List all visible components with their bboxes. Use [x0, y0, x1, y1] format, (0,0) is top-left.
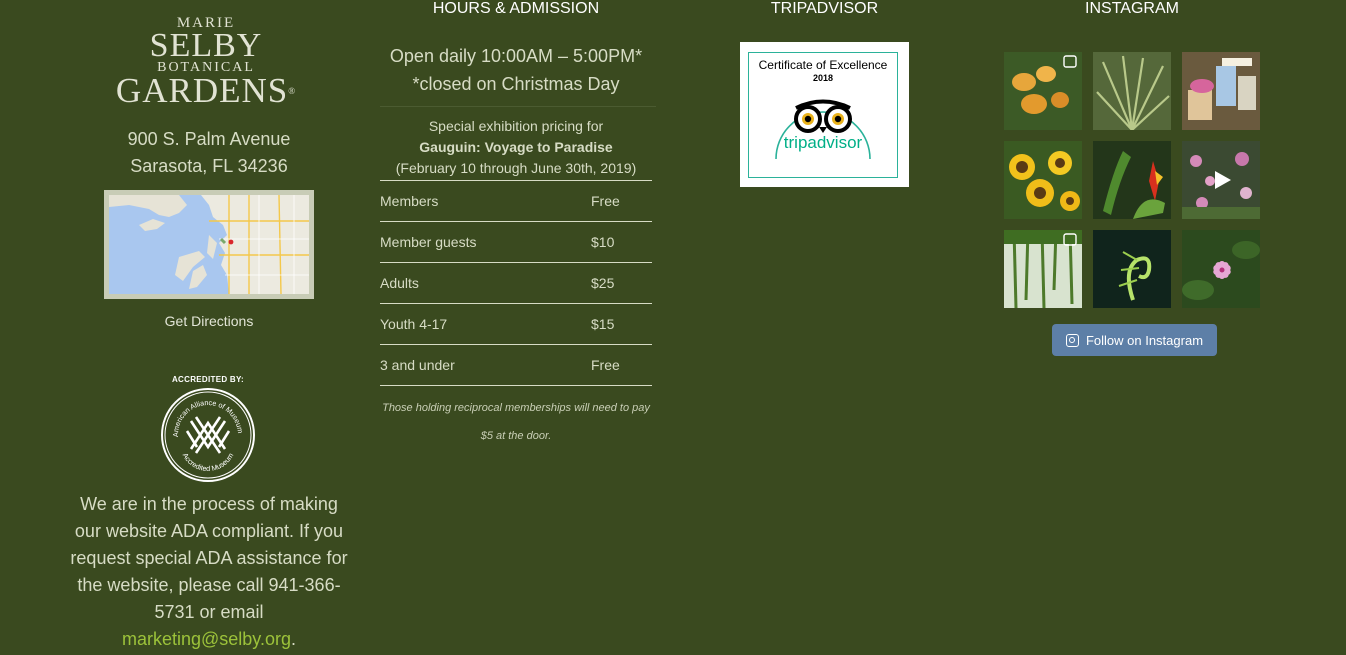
photo-heliconia — [1093, 141, 1171, 219]
photo-hanging-vines — [1004, 230, 1082, 308]
logo-gardens-text: GARDENS — [115, 71, 289, 110]
logo-line-selby: SELBY — [149, 27, 263, 64]
marketing-email-link[interactable]: marketing@selby.org — [122, 629, 291, 649]
exhibition-dates: (February 10 through June 30th, 2019) — [395, 160, 637, 176]
instagram-heading: INSTAGRAM — [1085, 0, 1179, 17]
aam-seal-icon: American Alliance of Museums Accredited … — [158, 380, 255, 482]
address: 900 S. Palm Avenue Sarasota, FL 34236 — [80, 126, 338, 180]
photo-orchid-garden — [1182, 141, 1260, 219]
location-map[interactable] — [104, 190, 314, 299]
price-row: 3 and under Free — [380, 344, 652, 386]
price-label: 3 and under — [380, 357, 455, 373]
map-image — [109, 195, 309, 294]
instagram-photo-hanging-vines[interactable] — [1004, 230, 1082, 308]
ada-notice: We are in the process of making our webs… — [66, 491, 352, 653]
ada-text: We are in the process of making our webs… — [70, 494, 348, 622]
logo-line-gardens: GARDENS® — [100, 73, 312, 108]
price-label: Members — [380, 193, 439, 209]
photo-spiky-plant — [1093, 52, 1171, 130]
tripadvisor-certificate[interactable]: Certificate of Excellence 2018 tripadvis… — [740, 42, 909, 187]
instagram-photo-pink-flower[interactable] — [1182, 230, 1260, 308]
price-label: Youth 4-17 — [380, 316, 448, 332]
aam-accreditation-seal[interactable]: American Alliance of Museums Accredited … — [158, 380, 256, 483]
hours-text: Open daily 10:00AM – 5:00PM* *closed on … — [370, 42, 662, 98]
price-value: $25 — [591, 275, 615, 291]
price-value: $15 — [591, 316, 615, 332]
instagram-video-orchid-garden[interactable] — [1182, 141, 1260, 219]
selby-logo[interactable]: MARIE SELBY BOTANICAL GARDENS® — [100, 16, 312, 112]
instagram-icon — [1065, 333, 1079, 347]
special-exhibition-info: Special exhibition pricing for Gauguin: … — [380, 116, 652, 179]
address-city: Sarasota, FL 34236 — [130, 156, 288, 176]
instagram-photo-sunflowers[interactable] — [1004, 141, 1082, 219]
instagram-photo-orange-orchids[interactable] — [1004, 52, 1082, 130]
ada-end-punct: . — [291, 629, 297, 649]
price-row: Members Free — [380, 180, 652, 221]
price-label: Adults — [380, 275, 419, 291]
follow-label: Follow on Instagram — [1085, 332, 1204, 348]
price-row: Youth 4-17 $15 — [380, 303, 652, 344]
instagram-photo-gift-shop[interactable] — [1182, 52, 1260, 130]
price-row: Member guests $10 — [380, 221, 652, 262]
tripadvisor-brand-text: tripadvisor — [784, 133, 863, 152]
hours-closed-line: *closed on Christmas Day — [412, 74, 620, 94]
photo-gift-shop — [1182, 52, 1260, 130]
instagram-photo-fern-frond[interactable] — [1093, 230, 1171, 308]
photo-fern-frond — [1093, 230, 1171, 308]
admission-price-table: Members Free Member guests $10 Adults $2… — [380, 180, 652, 386]
photo-orange-orchids — [1004, 52, 1082, 130]
photo-sunflowers — [1004, 141, 1082, 219]
reciprocal-membership-note: Those holding reciprocal memberships wil… — [382, 402, 650, 442]
follow-on-instagram-button[interactable]: Follow on Instagram — [1052, 324, 1217, 356]
accredited-by-label: ACCREDITED BY: — [171, 375, 245, 384]
certificate-frame: Certificate of Excellence 2018 tripadvis… — [748, 52, 898, 178]
address-street: 900 S. Palm Avenue — [127, 129, 291, 149]
instagram-feed-grid — [1004, 52, 1260, 308]
price-label: Member guests — [380, 234, 477, 250]
exhibition-name: Gauguin: Voyage to Paradise — [419, 139, 613, 155]
tripadvisor-heading: TRIPADVISOR — [770, 0, 879, 17]
hours-open-line: Open daily 10:00AM – 5:00PM* — [389, 46, 643, 66]
instagram-photo-spiky-plant[interactable] — [1093, 52, 1171, 130]
special-intro: Special exhibition pricing for — [428, 118, 604, 134]
price-row: Adults $25 — [380, 262, 652, 303]
seal-bottom-text: Accredited Museum — [181, 451, 236, 473]
certificate-title: Certificate of Excellence — [758, 58, 888, 72]
photo-pink-flower — [1182, 230, 1260, 308]
tripadvisor-owl-icon: tripadvisor — [775, 99, 871, 160]
hours-divider — [380, 106, 656, 107]
price-value: $10 — [591, 234, 615, 250]
price-value: Free — [591, 193, 620, 209]
instagram-photo-heliconia[interactable] — [1093, 141, 1171, 219]
get-directions-link[interactable]: Get Directions — [104, 313, 314, 329]
hours-admission-heading: HOURS & ADMISSION — [432, 0, 600, 17]
logo-registered-mark: ® — [288, 86, 297, 96]
price-value: Free — [591, 357, 620, 373]
